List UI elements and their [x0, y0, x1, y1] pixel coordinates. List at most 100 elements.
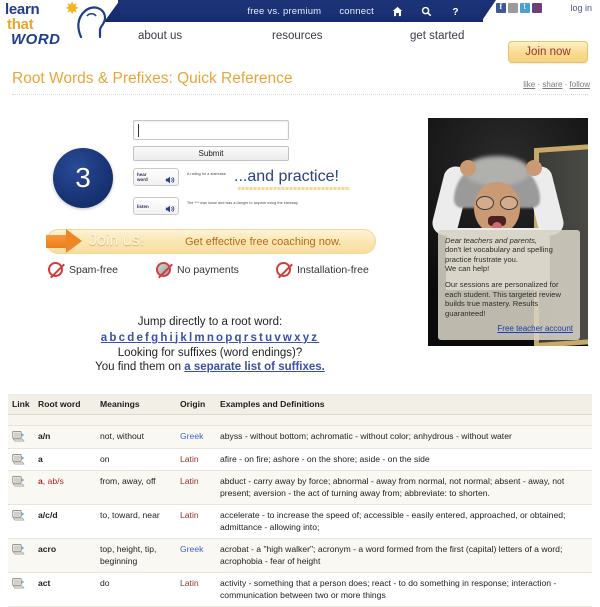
- row-examples: abyss - without bottom; achromatic - wit…: [216, 425, 592, 449]
- row-link-icon-cell[interactable]: [8, 538, 34, 573]
- speaker-icon-2: [165, 201, 175, 213]
- row-origin: Latin: [176, 504, 216, 539]
- word-detail-icon[interactable]: [12, 578, 30, 589]
- nav-resources[interactable]: resources: [272, 30, 323, 42]
- speaker-icon: [165, 172, 175, 184]
- hear-word-button[interactable]: hear word: [133, 168, 179, 186]
- nav-connect[interactable]: connect: [339, 6, 374, 17]
- row-meanings: not, without: [96, 425, 176, 449]
- search-icon[interactable]: [421, 6, 432, 17]
- hear-word-label: hear word: [137, 172, 148, 182]
- submit-button[interactable]: Submit: [133, 146, 289, 161]
- twitter-icon[interactable]: [520, 2, 530, 13]
- arrow-icon-head: [66, 229, 82, 253]
- table-row: a, ab/s from, away, off Latin abduct - carr…: [8, 470, 592, 505]
- row-link-icon-cell[interactable]: [8, 425, 34, 449]
- free-teacher-account-link[interactable]: Free teacher account: [445, 324, 573, 334]
- row-examples: abduct - carry away by force; abnormal -…: [216, 470, 592, 505]
- jump-letter-g[interactable]: g: [151, 332, 160, 344]
- jump-letter-n[interactable]: n: [207, 332, 216, 344]
- jump-letter-m[interactable]: m: [194, 332, 206, 344]
- ad-paragraph-1: Dear teachers and parents, don't let voc…: [445, 236, 573, 274]
- suffix-list-link[interactable]: a separate list of suffixes.: [184, 361, 325, 373]
- row-link-icon-cell[interactable]: [8, 470, 34, 505]
- row-root-word: a/c/d: [34, 504, 96, 539]
- practice-underline: [238, 187, 350, 190]
- jump-letter-k[interactable]: k: [180, 332, 189, 344]
- pinterest-icon[interactable]: [508, 3, 518, 13]
- word-detail-icon[interactable]: [12, 431, 30, 442]
- row-link-icon-cell[interactable]: [8, 504, 34, 539]
- benefit-installation-free: Installation-free: [276, 262, 369, 277]
- join-us-label[interactable]: Join us!: [89, 232, 144, 250]
- like-link[interactable]: like: [523, 80, 535, 89]
- row-origin: Greek: [176, 538, 216, 573]
- jump-letter-y[interactable]: y: [303, 332, 312, 344]
- jump-letter-e[interactable]: e: [136, 332, 145, 344]
- header-root-word: Root word: [34, 394, 96, 415]
- help-icon[interactable]: ?: [450, 6, 461, 17]
- row-origin: Latin: [176, 470, 216, 505]
- hint-row-1: A railing for a staircase.: [187, 172, 227, 176]
- no-spam-icon: [48, 262, 63, 277]
- login-link[interactable]: log in: [570, 3, 592, 13]
- home-icon[interactable]: [392, 6, 403, 17]
- jump-letter-v[interactable]: v: [274, 332, 283, 344]
- table-body: a/n not, without Greek abyss - without bott…: [8, 425, 592, 607]
- share-link[interactable]: share: [542, 80, 562, 89]
- title-divider: [12, 94, 588, 95]
- sep-1: ·: [537, 80, 541, 89]
- email-icon[interactable]: [532, 3, 542, 13]
- jump-letter-p[interactable]: p: [225, 332, 234, 344]
- word-detail-icon[interactable]: [12, 544, 30, 555]
- jump-letter-u[interactable]: u: [265, 332, 274, 344]
- ad-line-1: Dear teachers and parents,: [445, 235, 538, 245]
- nav-get-started[interactable]: get started: [410, 30, 464, 42]
- jump-letter-c[interactable]: c: [119, 332, 128, 344]
- word-detail-icon[interactable]: [12, 510, 30, 521]
- row-link-icon-cell[interactable]: [8, 448, 34, 471]
- jump-letter-s[interactable]: s: [250, 332, 259, 344]
- row-examples: afire - on fire; ashore - on the shore; …: [216, 448, 592, 471]
- listen-row: listen The *** was loose and was a dange…: [133, 197, 383, 217]
- jump-letter-h[interactable]: h: [160, 332, 169, 344]
- practice-headline: ...and practice!: [234, 168, 339, 185]
- row-origin: Latin: [176, 572, 216, 607]
- suffix-question: Looking for suffixes (word endings)?: [117, 347, 303, 359]
- row-link-icon-cell[interactable]: [8, 572, 34, 607]
- row-meanings: from, away, off: [96, 470, 176, 505]
- page-title: Root Words & Prefixes: Quick Reference: [12, 70, 293, 87]
- facebook-icon[interactable]: [496, 2, 506, 13]
- hint-row-2: The *** was loose and was a danger to an…: [187, 201, 299, 205]
- jump-letter-x[interactable]: x: [294, 332, 303, 344]
- nav-about-us[interactable]: about us: [138, 30, 182, 42]
- site-logo[interactable]: learn that WORD ✸: [3, 0, 115, 49]
- word-detail-icon[interactable]: [12, 476, 30, 487]
- jump-letter-b[interactable]: b: [109, 332, 118, 344]
- row-root-word: a, ab/s: [34, 470, 96, 505]
- nav-free-vs-premium[interactable]: free vs. premium: [247, 6, 321, 17]
- practice-answer-input[interactable]: [133, 120, 289, 140]
- root-words-table: Link Root word Meanings Origin Examples …: [8, 394, 592, 607]
- word-detail-icon[interactable]: [12, 453, 30, 465]
- table-header-row: Link Root word Meanings Origin Examples …: [8, 394, 592, 415]
- head-profile-icon: [75, 4, 107, 39]
- jump-letter-w[interactable]: w: [283, 332, 294, 344]
- no-install-icon: [276, 262, 291, 277]
- alphabet-links: abcdefghijklmnopqrstuvwxyz: [0, 332, 420, 344]
- table-head: Link Root word Meanings Origin Examples …: [8, 394, 592, 426]
- teacher-promo-ad[interactable]: Dear teachers and parents, don't let voc…: [428, 118, 588, 346]
- benefit-label-3: Installation-free: [297, 263, 369, 276]
- jump-letter-z[interactable]: z: [311, 332, 319, 344]
- table-row: a/c/d to, toward, near Latin accelerate - t…: [8, 504, 592, 539]
- jump-letter-q[interactable]: q: [235, 332, 244, 344]
- follow-link[interactable]: follow: [570, 80, 590, 89]
- jump-to-root-section: Jump directly to a root word: abcdefghij…: [0, 316, 420, 373]
- logo-line-word: WORD: [11, 31, 61, 48]
- join-now-button[interactable]: Join now: [508, 41, 588, 63]
- row-origin: Latin: [176, 448, 216, 471]
- listen-label: listen: [137, 203, 149, 209]
- jump-letter-o[interactable]: o: [216, 332, 225, 344]
- listen-button[interactable]: listen: [133, 197, 179, 215]
- row-root-word: act: [34, 572, 96, 607]
